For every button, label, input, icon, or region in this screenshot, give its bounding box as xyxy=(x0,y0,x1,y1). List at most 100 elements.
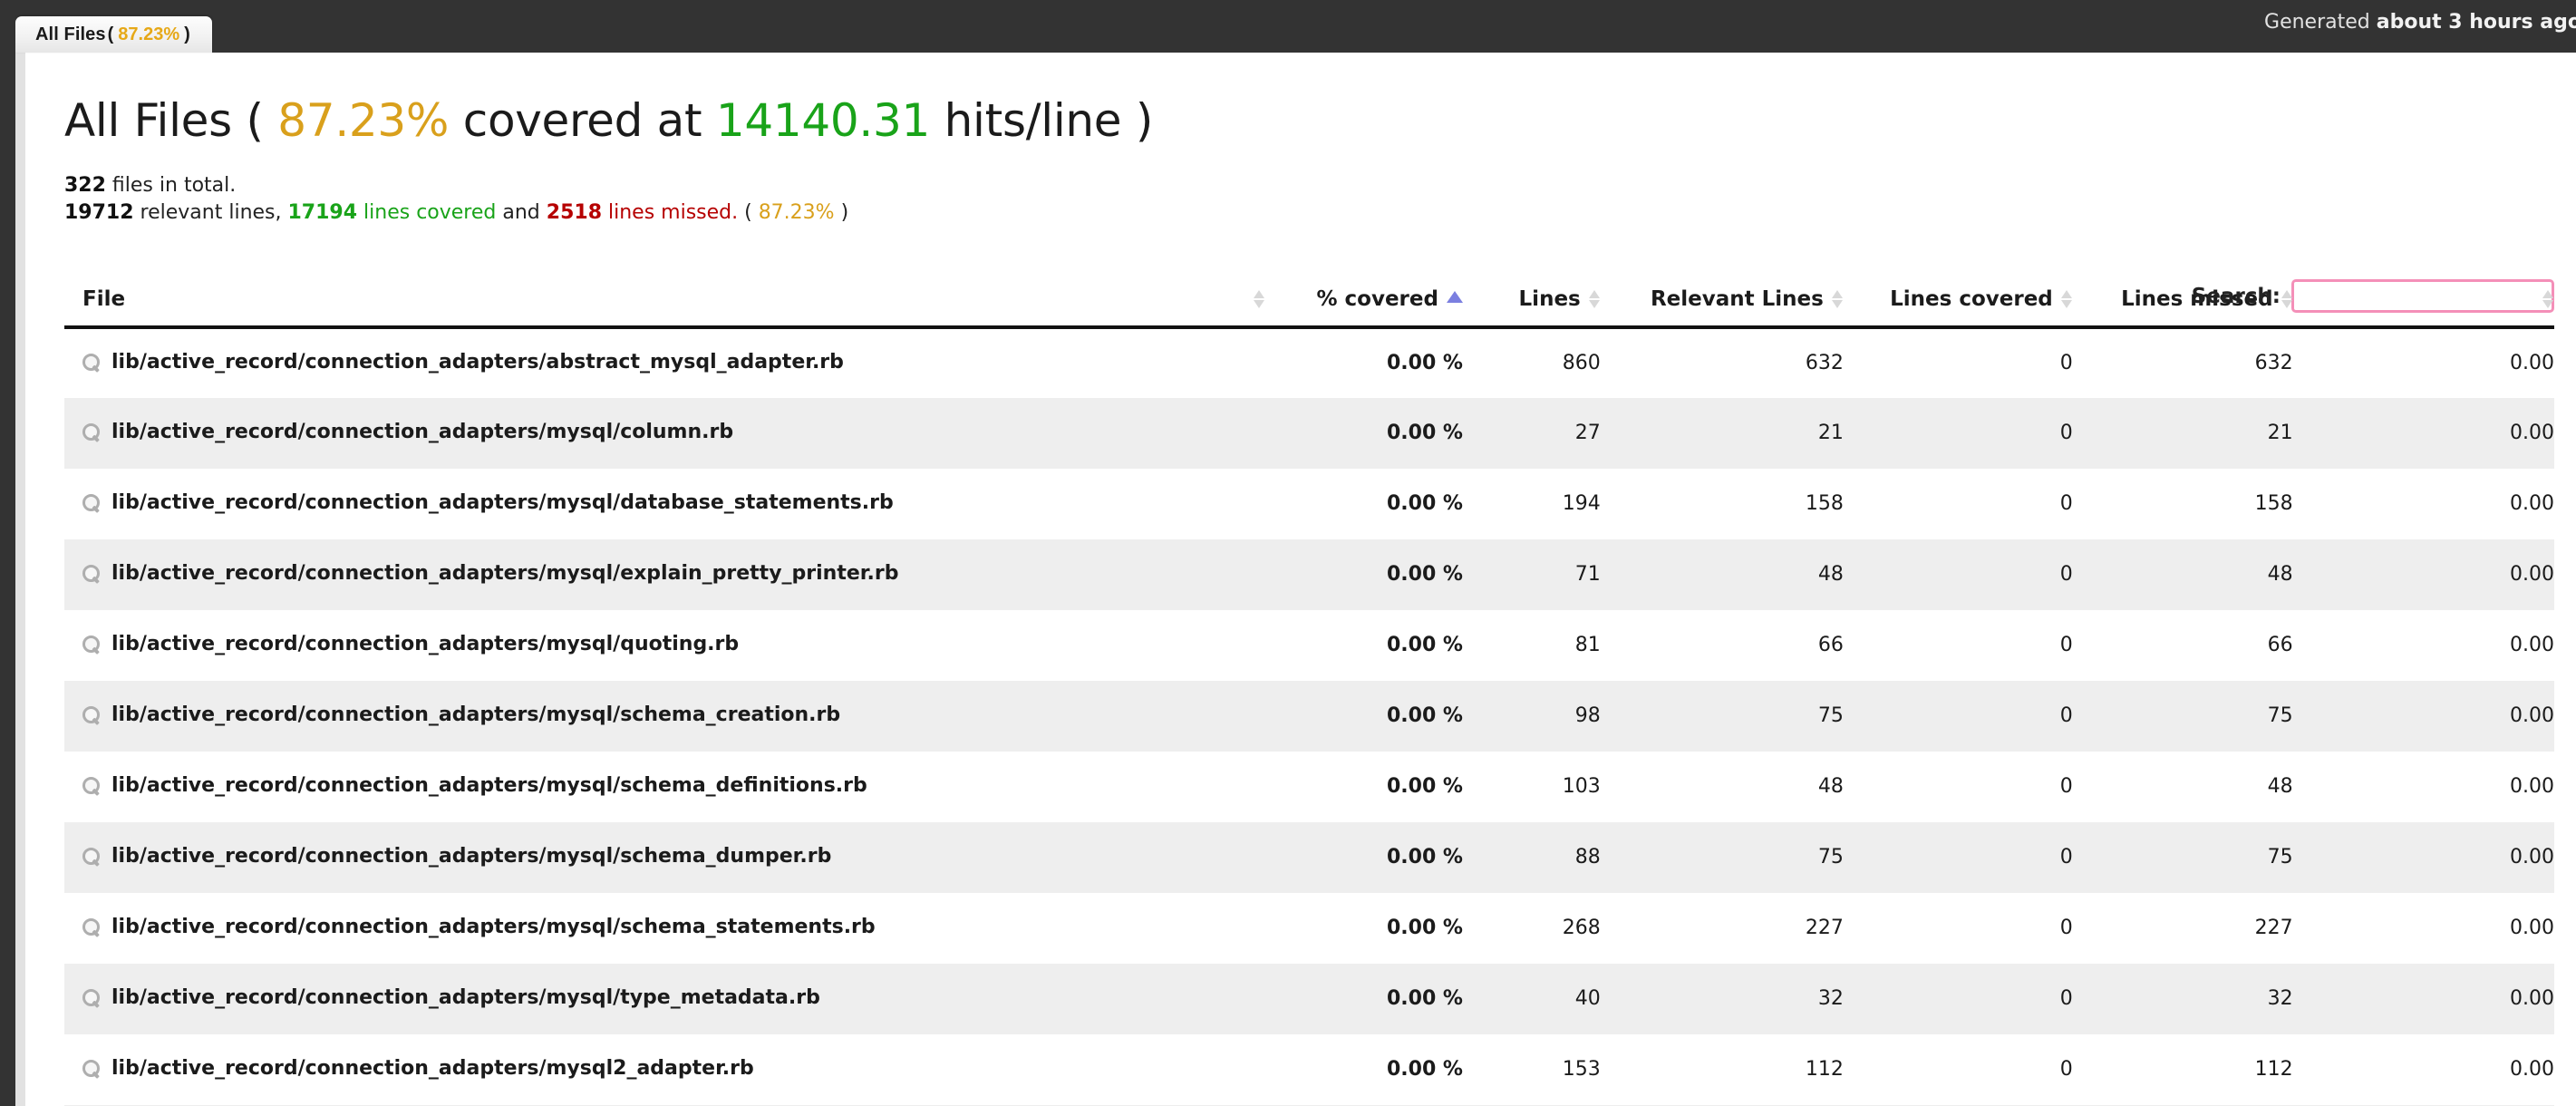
cell-lines: 194 xyxy=(1562,492,1601,516)
table-row[interactable]: lib/active_record/connection_adapters/my… xyxy=(64,751,2554,822)
cell-percent-covered: 0.00 % xyxy=(1386,422,1463,445)
column-header-pct-covered[interactable]: % covered xyxy=(1265,286,1463,329)
sort-both-icon[interactable] xyxy=(2281,289,2293,309)
search-area: Search: xyxy=(2192,279,2554,313)
file-link[interactable]: lib/active_record/connection_adapters/my… xyxy=(82,916,876,938)
table-row[interactable]: lib/active_record/connection_adapters/my… xyxy=(64,680,2554,752)
file-link[interactable]: lib/active_record/connection_adapters/my… xyxy=(82,703,840,726)
cell-lines-covered: 0 xyxy=(2059,634,2073,657)
file-link[interactable]: lib/active_record/connection_adapters/my… xyxy=(82,1057,754,1080)
sort-both-icon[interactable] xyxy=(1588,289,1601,309)
magnifier-icon xyxy=(82,917,100,936)
sort-ascending-icon[interactable] xyxy=(1446,291,1463,304)
column-header-file[interactable]: File xyxy=(64,286,1266,329)
file-path-label: lib/active_record/connection_adapters/my… xyxy=(111,561,899,585)
stats-and-text: and xyxy=(496,201,547,225)
search-input[interactable] xyxy=(2291,279,2554,313)
cell-percent-covered: 0.00 % xyxy=(1386,987,1463,1011)
magnifier-icon xyxy=(82,988,100,1006)
cell-relevant-lines: 21 xyxy=(1817,422,1844,445)
stats-close-paren: ) xyxy=(834,201,849,225)
file-link[interactable]: lib/active_record/connection_adapters/my… xyxy=(82,633,739,655)
table-body: lib/active_record/connection_adapters/ab… xyxy=(64,326,2554,1106)
cell-lines-missed: 32 xyxy=(2267,987,2293,1011)
file-path-label: lib/active_record/connection_adapters/my… xyxy=(111,844,832,868)
file-link[interactable]: lib/active_record/connection_adapters/my… xyxy=(82,774,867,797)
cell-file: lib/active_record/connection_adapters/my… xyxy=(64,539,1265,610)
table-row[interactable]: lib/active_record/connection_adapters/my… xyxy=(64,397,2554,469)
column-header-relevant-lines-label: Relevant Lines xyxy=(1650,286,1824,311)
tab-coverage-percent: 87.23% xyxy=(118,24,180,44)
generated-prefix: Generated xyxy=(2264,11,2377,34)
sort-both-icon[interactable] xyxy=(2542,289,2554,309)
cell-lines-covered: 0 xyxy=(2059,704,2073,728)
cell-lines-covered: 0 xyxy=(2059,987,2073,1011)
magnifier-icon xyxy=(82,493,100,511)
sort-both-icon[interactable] xyxy=(1254,289,1265,309)
cell-avg-hits: 0.00 xyxy=(2510,987,2554,1011)
table-row[interactable]: lib/active_record/connection_adapters/my… xyxy=(64,892,2554,964)
cell-avg-hits: 0.00 xyxy=(2510,422,2554,445)
cell-lines-covered: 0 xyxy=(2059,422,2073,445)
table-row[interactable]: lib/active_record/connection_adapters/my… xyxy=(64,821,2554,893)
cell-avg-hits: 0.00 xyxy=(2510,352,2554,375)
column-header-lines-covered[interactable]: Lines covered xyxy=(1843,286,2073,329)
cell-lines-missed: 66 xyxy=(2267,634,2293,657)
magnifier-icon xyxy=(82,353,100,371)
sort-both-icon[interactable] xyxy=(1831,289,1844,309)
stats-missed-text: lines missed. xyxy=(602,201,745,225)
cell-lines: 81 xyxy=(1574,634,1601,657)
cell-lines-covered: 0 xyxy=(2059,352,2073,375)
magnifier-icon xyxy=(82,776,100,794)
top-bar: All Files ( 87.23% ) Generated about 3 h… xyxy=(0,0,2576,53)
stats-relevant-lines: 19712 xyxy=(64,201,134,225)
file-link[interactable]: lib/active_record/connection_adapters/my… xyxy=(82,986,820,1009)
cell-file: lib/active_record/connection_adapters/my… xyxy=(64,681,1265,752)
table-row[interactable]: lib/active_record/connection_adapters/my… xyxy=(64,609,2554,681)
cell-file: lib/active_record/connection_adapters/my… xyxy=(64,893,1265,964)
magnifier-icon xyxy=(82,422,100,441)
cell-lines-covered: 0 xyxy=(2059,846,2073,869)
search-label: Search: xyxy=(2191,284,2281,308)
sort-both-icon[interactable] xyxy=(2060,289,2073,309)
cell-file: lib/active_record/connection_adapters/my… xyxy=(64,822,1265,893)
cell-lines: 103 xyxy=(1562,775,1601,799)
cell-lines: 98 xyxy=(1574,704,1601,728)
cell-lines: 71 xyxy=(1574,563,1601,587)
table-row[interactable]: lib/active_record/connection_adapters/ab… xyxy=(64,326,2554,398)
stats-relevant-text: relevant lines, xyxy=(133,201,288,225)
file-link[interactable]: lib/active_record/connection_adapters/ab… xyxy=(82,351,844,374)
page-title-hits: 14140.31 xyxy=(715,94,931,147)
column-header-relevant-lines[interactable]: Relevant Lines xyxy=(1600,286,1844,329)
file-path-label: lib/active_record/connection_adapters/my… xyxy=(111,703,841,726)
coverage-table: File % covered Lines Relevant Lines Line… xyxy=(64,286,2554,1106)
magnifier-icon xyxy=(82,635,100,653)
cell-lines-missed: 227 xyxy=(2254,917,2293,940)
file-link[interactable]: lib/active_record/connection_adapters/my… xyxy=(82,491,894,514)
cell-lines-missed: 48 xyxy=(2267,563,2293,587)
file-link[interactable]: lib/active_record/connection_adapters/my… xyxy=(82,845,831,868)
file-link[interactable]: lib/active_record/connection_adapters/my… xyxy=(82,421,733,443)
column-header-lines[interactable]: Lines xyxy=(1462,286,1601,329)
generated-timestamp: Generated about 3 hours ago xyxy=(2264,11,2576,34)
tab-open-paren: ( xyxy=(107,24,114,44)
stats-missed-count: 2518 xyxy=(546,201,602,225)
file-path-label: lib/active_record/connection_adapters/my… xyxy=(111,773,867,797)
table-row[interactable]: lib/active_record/connection_adapters/my… xyxy=(64,963,2554,1034)
cell-relevant-lines: 75 xyxy=(1817,704,1844,728)
cell-lines-covered: 0 xyxy=(2059,917,2073,940)
magnifier-icon xyxy=(82,705,100,723)
file-path-label: lib/active_record/connection_adapters/my… xyxy=(111,1056,754,1080)
stats-covered-text: lines covered xyxy=(357,201,497,225)
table-row[interactable]: lib/active_record/connection_adapters/my… xyxy=(64,1033,2554,1105)
tab-all-files[interactable]: All Files ( 87.23% ) xyxy=(15,16,212,53)
file-path-label: lib/active_record/connection_adapters/my… xyxy=(111,915,876,938)
table-row[interactable]: lib/active_record/connection_adapters/my… xyxy=(64,538,2554,610)
cell-avg-hits: 0.00 xyxy=(2510,563,2554,587)
file-path-label: lib/active_record/connection_adapters/my… xyxy=(111,490,894,514)
generated-value: about 3 hours ago xyxy=(2376,11,2576,34)
file-link[interactable]: lib/active_record/connection_adapters/my… xyxy=(82,562,898,585)
table-row[interactable]: lib/active_record/connection_adapters/my… xyxy=(64,468,2554,539)
column-header-lines-label: Lines xyxy=(1518,286,1581,311)
cell-file: lib/active_record/connection_adapters/my… xyxy=(64,398,1265,469)
